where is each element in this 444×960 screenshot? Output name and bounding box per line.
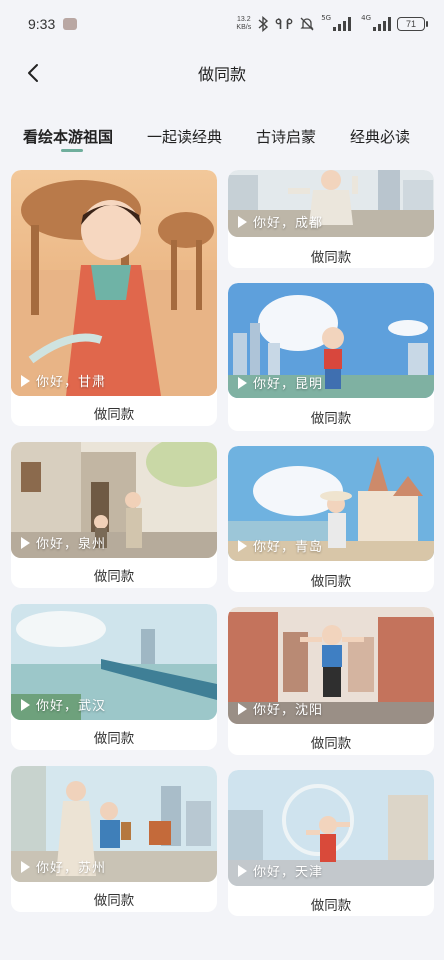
- play-icon: [238, 376, 247, 389]
- make-same-button[interactable]: 做同款: [11, 403, 217, 423]
- battery-icon: 71: [397, 17, 428, 31]
- template-card[interactable]: 你好，泉州 做同款: [11, 442, 217, 588]
- card-thumbnail: 你好，苏州: [11, 766, 217, 882]
- make-same-button[interactable]: 做同款: [11, 565, 217, 585]
- play-icon: [238, 864, 247, 877]
- signal-icon-2: [373, 17, 391, 31]
- category-tabs: 看绘本游祖国 一起读经典 古诗启蒙 经典必读: [0, 118, 444, 158]
- play-icon: [238, 539, 247, 552]
- card-thumbnail: 你好，泉州: [11, 442, 217, 558]
- active-tab-indicator: [61, 149, 83, 152]
- tab-picture-book-tour[interactable]: 看绘本游祖国: [23, 118, 113, 158]
- tab-read-classics[interactable]: 一起读经典: [147, 118, 222, 158]
- template-card[interactable]: 你好，天津 做同款: [228, 770, 434, 916]
- template-card[interactable]: 你好，青岛 做同款: [228, 446, 434, 592]
- status-time: 9:33: [28, 16, 56, 32]
- template-card[interactable]: 你好，甘肃 做同款: [11, 170, 217, 426]
- template-card[interactable]: 你好，昆明 做同款: [228, 283, 434, 431]
- signal-icon: [333, 17, 355, 31]
- make-same-button[interactable]: 做同款: [228, 246, 434, 266]
- card-thumbnail: 你好，青岛: [228, 446, 434, 561]
- mute-icon: [299, 16, 315, 32]
- play-icon: [21, 860, 30, 873]
- template-grid: 你好，甘肃 做同款 你好，泉州 做同款 你好，武汉 做同款 你好，苏州 做同款 …: [11, 170, 434, 960]
- play-icon: [21, 536, 30, 549]
- template-card[interactable]: 你好，苏州 做同款: [11, 766, 217, 912]
- card-thumbnail: 你好，武汉: [11, 604, 217, 720]
- earbuds-icon: [275, 17, 293, 31]
- make-same-button[interactable]: 做同款: [228, 732, 434, 752]
- template-card[interactable]: 你好，沈阳 做同款: [228, 607, 434, 755]
- status-bar: 9:33 13.2 KB/s 5G 4G 71: [0, 0, 444, 48]
- back-button[interactable]: [18, 60, 48, 86]
- template-card[interactable]: 你好，武汉 做同款: [11, 604, 217, 750]
- make-same-button[interactable]: 做同款: [228, 570, 434, 590]
- tab-ancient-poetry[interactable]: 古诗启蒙: [256, 118, 316, 158]
- network-speed: 13.2 KB/s: [236, 16, 252, 31]
- page-title: 做同款: [197, 65, 246, 84]
- app-notification-icon: [63, 18, 78, 30]
- play-icon: [21, 374, 30, 387]
- play-icon: [21, 698, 30, 711]
- tab-must-read-classics[interactable]: 经典必读: [350, 118, 410, 158]
- status-icons: 13.2 KB/s 5G 4G 71: [236, 14, 428, 32]
- nav-bar: 做同款: [0, 48, 444, 98]
- template-card[interactable]: 你好，成都 做同款: [228, 170, 434, 268]
- card-thumbnail: 你好，昆明: [228, 283, 434, 398]
- make-same-button[interactable]: 做同款: [228, 407, 434, 427]
- make-same-button[interactable]: 做同款: [11, 727, 217, 747]
- play-icon: [238, 702, 247, 715]
- chevron-left-icon: [28, 64, 38, 82]
- make-same-button[interactable]: 做同款: [228, 894, 434, 914]
- card-thumbnail: 你好，成都: [228, 170, 434, 237]
- make-same-button[interactable]: 做同款: [11, 889, 217, 909]
- bluetooth-icon: [257, 16, 269, 32]
- card-thumbnail: 你好，沈阳: [228, 607, 434, 724]
- card-thumbnail: 你好，天津: [228, 770, 434, 886]
- card-thumbnail: 你好，甘肃: [11, 170, 217, 396]
- play-icon: [238, 215, 247, 228]
